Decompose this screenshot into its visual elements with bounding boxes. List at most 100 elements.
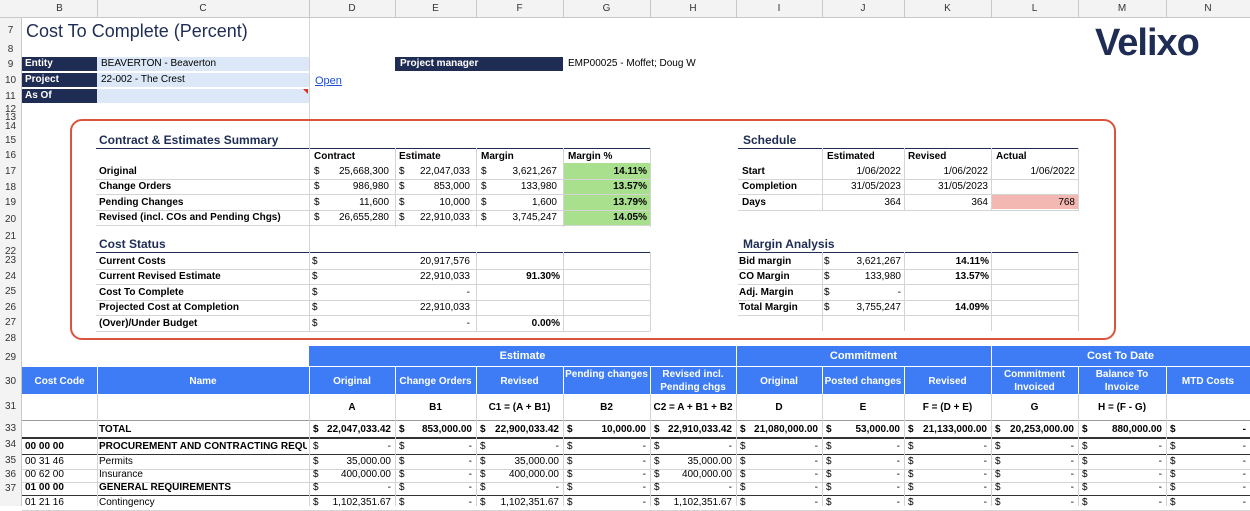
total-value[interactable]: 22,910,033.42 [660, 424, 732, 436]
row-header[interactable]: 29 [0, 352, 21, 364]
grid-value[interactable]: - [1001, 456, 1074, 468]
column-header[interactable]: H [650, 3, 736, 14]
cost-code-cell[interactable]: 00 62 00 [25, 469, 64, 481]
grid-value[interactable]: - [1001, 441, 1074, 453]
schedule-actual[interactable]: 768 [991, 197, 1075, 209]
cost-status-value[interactable]: 22,910,033 [320, 271, 470, 283]
grid-value[interactable]: - [573, 469, 646, 481]
grid-value[interactable]: - [319, 441, 391, 453]
contract-row-pct[interactable]: 13.79% [563, 197, 647, 209]
row-header[interactable]: 28 [0, 333, 21, 345]
row-header[interactable]: 18 [0, 182, 21, 194]
schedule-estimated[interactable]: 31/05/2023 [822, 181, 901, 193]
cost-code-cell[interactable]: 01 00 00 [25, 482, 64, 494]
contract-row-pct[interactable]: 13.57% [563, 181, 647, 193]
contract-row-contract[interactable]: 986,980 [322, 181, 389, 193]
grid-column-header[interactable]: Change Orders [397, 375, 474, 388]
grid-value[interactable]: - [573, 456, 646, 468]
contract-row-contract[interactable]: 25,668,300 [322, 166, 389, 178]
total-value[interactable]: 53,000.00 [832, 424, 901, 436]
schedule-estimated[interactable]: 1/06/2022 [822, 166, 902, 178]
grid-column-header[interactable]: Revised [478, 375, 561, 388]
cost-status-value[interactable]: 22,910,033 [320, 302, 470, 314]
contract-row-estimate[interactable]: 10,000 [407, 197, 470, 209]
margin-row-value[interactable]: 3,621,267 [832, 256, 902, 268]
contract-row-estimate[interactable]: 853,000 [407, 181, 470, 193]
row-header[interactable]: 30 [0, 376, 21, 388]
grid-value[interactable]: - [914, 482, 987, 494]
column-header[interactable]: C [97, 3, 309, 14]
grid-value[interactable]: - [832, 497, 900, 509]
row-header[interactable]: 33 [0, 423, 21, 435]
grid-value[interactable]: - [405, 441, 472, 453]
contract-row-contract[interactable]: 11,600 [322, 197, 389, 209]
grid-value[interactable]: - [832, 456, 900, 468]
row-header[interactable]: 10 [0, 75, 21, 87]
column-header[interactable]: J [822, 3, 904, 14]
grid-value[interactable]: - [1001, 482, 1074, 494]
grid-column-header[interactable]: MTD Costs [1168, 375, 1248, 388]
row-header[interactable]: 23 [0, 255, 21, 267]
grid-column-header[interactable]: Posted changes [824, 375, 902, 388]
contract-row-contract[interactable]: 26,655,280 [322, 212, 389, 224]
grid-value[interactable]: - [914, 441, 987, 453]
cost-status-value[interactable]: - [320, 287, 470, 299]
grid-column-header[interactable]: Balance To Invoice [1080, 368, 1164, 394]
total-value[interactable]: 853,000.00 [405, 424, 472, 436]
schedule-revised[interactable]: 364 [904, 197, 988, 209]
name-cell[interactable]: Contingency [99, 497, 307, 509]
row-header[interactable]: 7 [0, 25, 21, 37]
schedule-revised[interactable]: 31/05/2023 [904, 181, 988, 193]
grid-value[interactable]: - [1176, 469, 1246, 481]
grid-value[interactable]: - [746, 497, 818, 509]
column-header[interactable]: N [1166, 3, 1250, 14]
margin-row-value[interactable]: 133,980 [832, 271, 901, 283]
margin-row-value[interactable]: 3,755,247 [832, 302, 902, 314]
margin-row-pct[interactable]: 14.09% [904, 302, 989, 314]
column-header[interactable]: M [1078, 3, 1166, 14]
grid-column-header[interactable]: Cost Code [24, 375, 95, 388]
row-header[interactable]: 35 [0, 455, 21, 467]
total-value[interactable]: 880,000.00 [1088, 424, 1162, 436]
grid-value[interactable]: - [914, 456, 987, 468]
grid-value[interactable]: - [746, 469, 818, 481]
contract-row-pct[interactable]: 14.05% [563, 212, 647, 224]
column-header[interactable]: I [736, 3, 822, 14]
grid-value[interactable]: - [746, 456, 818, 468]
contract-row-pct[interactable]: 14.11% [563, 166, 647, 178]
schedule-actual[interactable]: 1/06/2022 [991, 166, 1076, 178]
open-link[interactable]: Open [315, 75, 342, 87]
grid-column-header[interactable]: Original [738, 375, 820, 388]
grid-value[interactable]: - [405, 456, 472, 468]
grid-column-header[interactable]: Pending changes [565, 368, 648, 381]
total-value[interactable]: 10,000.00 [573, 424, 647, 436]
name-cell[interactable]: Permits [99, 456, 307, 468]
grid-value[interactable]: 400,000.00 [319, 469, 391, 481]
grid-value[interactable]: - [914, 469, 987, 481]
row-header[interactable]: 11 [0, 91, 21, 103]
schedule-estimated[interactable]: 364 [822, 197, 901, 209]
row-header[interactable]: 14 [0, 121, 21, 133]
schedule-revised[interactable]: 1/06/2022 [904, 166, 989, 178]
grid-value[interactable]: - [573, 497, 646, 509]
row-header[interactable]: 26 [0, 302, 21, 314]
grid-value[interactable]: 1,102,351.67 [486, 497, 559, 509]
total-value[interactable]: 22,047,033.42 [319, 424, 391, 436]
row-header[interactable]: 16 [0, 150, 21, 162]
column-header[interactable]: F [476, 3, 563, 14]
row-header[interactable]: 19 [0, 197, 21, 209]
total-value[interactable]: - [1176, 424, 1246, 436]
grid-value[interactable]: 35,000.00 [486, 456, 560, 468]
cost-code-cell[interactable]: 00 00 00 [25, 441, 64, 453]
grid-value[interactable]: 400,000.00 [660, 469, 732, 481]
contract-row-margin[interactable]: 1,600 [489, 197, 557, 209]
row-header[interactable]: 17 [0, 166, 21, 178]
grid-value[interactable]: 1,102,351.67 [660, 497, 732, 509]
grid-value[interactable]: - [486, 482, 559, 494]
grid-value[interactable]: - [1176, 497, 1246, 509]
row-header[interactable]: 20 [0, 214, 21, 226]
grid-column-header[interactable]: Name [99, 375, 307, 388]
margin-row-value[interactable]: - [832, 287, 901, 299]
total-value[interactable]: 22,900,033.42 [486, 424, 559, 436]
column-header[interactable]: D [309, 3, 395, 14]
